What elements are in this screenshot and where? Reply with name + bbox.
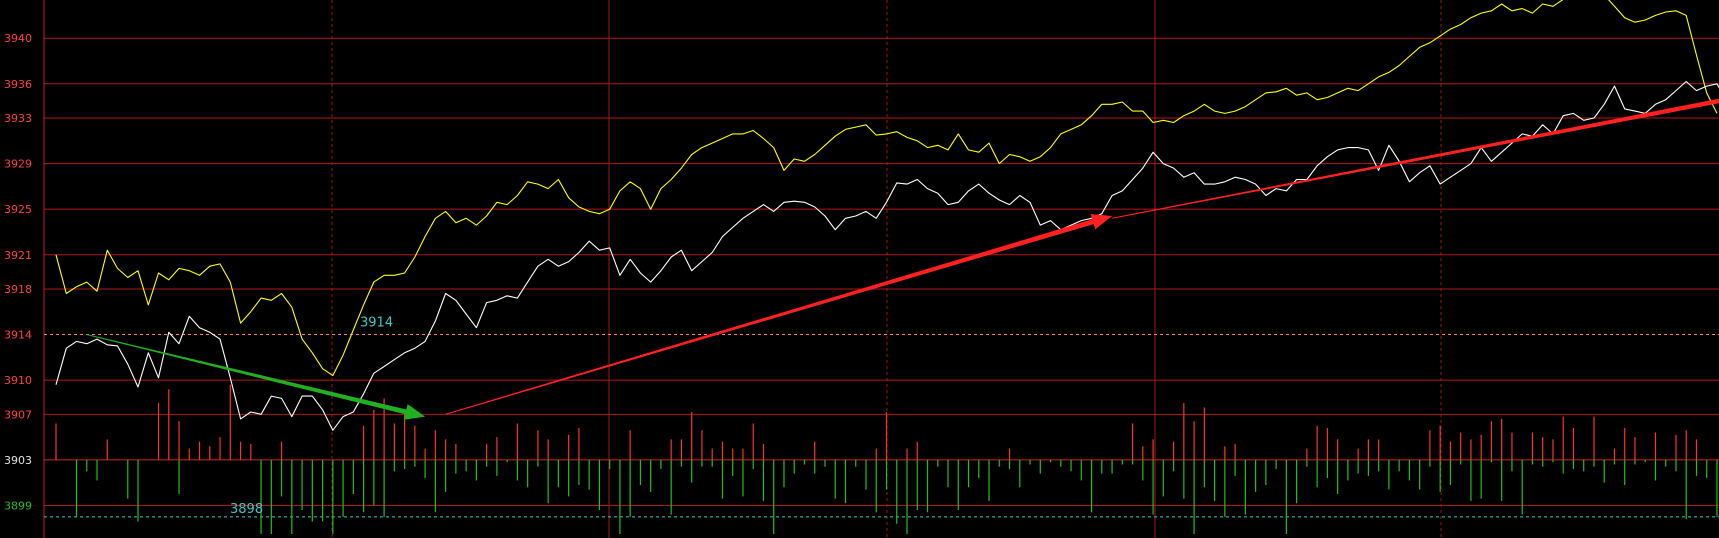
grid-layer (43, 0, 1719, 538)
y-tick-label: 3925 (4, 203, 32, 216)
y-tick-label: 3903 (4, 454, 32, 467)
y-tick-label: 3933 (4, 112, 32, 125)
y-tick-label: 3899 (4, 500, 32, 513)
trend-arrow (86, 334, 426, 420)
y-tick-label: 3907 (4, 408, 32, 421)
y-tick-label: 3910 (4, 374, 32, 387)
trend-arrow (1112, 98, 1719, 219)
y-tick-label: 3936 (4, 78, 32, 91)
intraday-chart: 3940 3936 3933 3929 3925 3921 3918 3914 3910 3907… (0, 0, 1719, 538)
y-tick-label: 3918 (4, 283, 32, 296)
reference-annotation: 3914 (360, 316, 393, 331)
y-tick-label: 3940 (4, 32, 32, 45)
y-tick-label: 3921 (4, 249, 32, 262)
y-tick-label: 3914 (4, 329, 32, 342)
trend-arrow (445, 214, 1113, 415)
y-tick-label: 3929 (4, 158, 32, 171)
reference-annotation: 3898 (230, 502, 263, 517)
series-layer (55, 0, 1719, 431)
arrow-layer (86, 98, 1719, 420)
